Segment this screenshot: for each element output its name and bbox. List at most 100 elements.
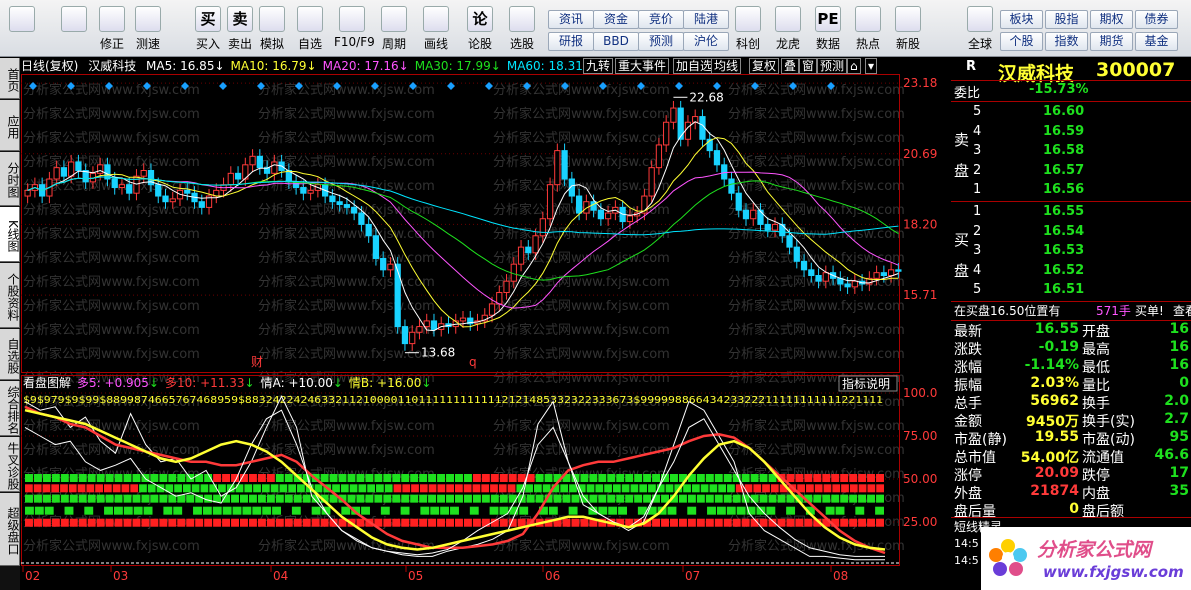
left-tab-8[interactable]: 超级盘口 <box>0 493 20 566</box>
left-tab-7[interactable]: 牛叉诊股 <box>0 437 20 492</box>
toolbar-button-5[interactable]: 卖卖出 <box>222 4 258 54</box>
notice-view-link[interactable]: 查看 <box>1173 302 1191 319</box>
signal-block <box>490 474 499 482</box>
signal-block <box>612 484 621 493</box>
toolbar-link-8[interactable]: 板块 <box>1000 10 1043 29</box>
toolbar-button-6[interactable]: 模拟 <box>254 4 290 54</box>
signal-block <box>356 494 365 503</box>
toolbar-button-12[interactable]: 选股 <box>504 4 540 54</box>
toolbar-button-17[interactable]: 新股 <box>890 4 926 54</box>
toolbar-button-11[interactable]: 论论股 <box>462 4 498 54</box>
toolbar-link-13[interactable]: 指数 <box>1045 32 1088 51</box>
candle-body <box>880 272 887 277</box>
signal-block <box>401 518 410 527</box>
toolbar-link-6[interactable]: 预测 <box>638 32 684 51</box>
signal-block <box>87 474 96 482</box>
toolbar-button-8[interactable]: F10/F9 <box>334 4 375 54</box>
toolbar-link-7[interactable]: 沪伦 <box>683 32 729 51</box>
stat-row: 市盈(静) 19.55 市盈(动) 95 <box>951 429 1191 448</box>
stat-value: 2.0 <box>1164 393 1189 409</box>
signal-block <box>723 474 732 482</box>
signal-block <box>51 494 60 503</box>
toolbar-button-18[interactable]: 全球 <box>962 4 998 54</box>
toolbar-link-2[interactable]: 竞价 <box>638 10 684 29</box>
candle-body <box>815 275 822 282</box>
signal-block <box>195 474 204 482</box>
watermark-text: 分析家公式网www.fxjsw.com <box>23 154 200 170</box>
notice-text: 在买盘16.50位置有 <box>954 304 1061 318</box>
toolbar-link-10[interactable]: 期权 <box>1090 10 1133 29</box>
signal-block <box>25 494 33 503</box>
hammer-icon <box>259 6 285 32</box>
toolbar-button-4[interactable]: 买买入 <box>190 4 226 54</box>
left-tab-2[interactable]: 分时图 <box>0 152 20 206</box>
signal-block <box>700 484 709 493</box>
signal-block <box>266 518 275 527</box>
buy-level-2: 2 16.54 <box>951 224 1191 242</box>
left-tab-4[interactable]: 个股资料 <box>0 263 20 328</box>
toolbar-button-7[interactable]: 自选 <box>292 4 328 54</box>
toolbar-button-14[interactable]: 龙虎 <box>770 4 806 54</box>
toolbar-link-1[interactable]: 资金 <box>593 10 639 29</box>
kline-chart-panel[interactable]: 日线(复权) 汉威科技 MA5: 16.85↓ MA10: 16.79↓ MA20:… <box>21 58 939 590</box>
indicator-arrow: ↓ <box>421 376 431 390</box>
watermark-text: 分析家公式网www.fxjsw.com <box>493 346 670 362</box>
signal-block <box>105 518 114 527</box>
toolbar-button-9[interactable]: 周期 <box>376 4 412 54</box>
signal-block <box>875 506 884 515</box>
signal-block <box>320 518 329 527</box>
toolbar-button-0[interactable] <box>4 4 40 54</box>
signal-block <box>598 474 607 482</box>
toolbar-link-15[interactable]: 基金 <box>1135 32 1178 51</box>
toolbar-link-5[interactable]: BBD <box>593 32 639 51</box>
watermark-text: 分析家公式网www.fxjsw.com <box>258 82 435 98</box>
signal-block <box>569 484 577 493</box>
toolbar-link-0[interactable]: 资讯 <box>548 10 594 29</box>
toolbar-button-3[interactable]: 测速 <box>130 4 166 54</box>
toolbar-button-15[interactable]: PE 数据 <box>810 4 846 54</box>
signal-block <box>266 494 275 503</box>
toolbar-link-14[interactable]: 期货 <box>1090 32 1133 51</box>
signal-block <box>832 484 841 493</box>
signal-block <box>78 474 87 482</box>
toolbar-link-11[interactable]: 债券 <box>1135 10 1178 29</box>
toolbar-link-3[interactable]: 陆港 <box>683 10 729 29</box>
stat-label: 内盘 <box>1082 486 1110 502</box>
stat-value: -0.19 <box>1038 339 1079 355</box>
toolbar-button-1[interactable] <box>56 4 92 54</box>
signal-block <box>580 518 589 527</box>
signal-block <box>374 474 383 482</box>
toolbar-button-16[interactable]: 热点 <box>850 4 886 54</box>
signal-block <box>275 494 284 503</box>
signal-block <box>123 518 132 527</box>
signal-block <box>526 494 535 503</box>
toolbar-button-2[interactable]: 修正 <box>94 4 130 54</box>
signal-block <box>526 474 535 482</box>
signal-block <box>356 474 365 482</box>
toolbar-link-12[interactable]: 个股 <box>1000 32 1043 51</box>
buy-price: 16.53 <box>1043 243 1085 258</box>
left-tab-1[interactable]: 应用 <box>0 100 20 151</box>
order-notice[interactable]: 在买盘16.50位置有 571手 买单! 查看 <box>951 302 1191 320</box>
toolbar-button-10[interactable]: 画线 <box>418 4 454 54</box>
toolbar-button-13[interactable]: 科创 <box>730 4 766 54</box>
signal-digits: $9$979$9$99$8899874665767468959$88324224… <box>23 395 883 406</box>
price-axis-label: 23.18 <box>903 76 937 90</box>
left-tab-3[interactable]: K线图 <box>0 207 20 262</box>
left-tab-6[interactable]: 综合排名 <box>0 381 20 436</box>
signal-block <box>499 494 508 503</box>
signal-block <box>248 494 257 503</box>
watermark-text: 分析家公式网www.fxjsw.com <box>23 106 200 122</box>
left-tab-5[interactable]: 自选股 <box>0 329 20 380</box>
toolbar-label: 自选 <box>297 37 322 51</box>
signal-block <box>195 494 204 503</box>
signal-block <box>607 494 616 503</box>
candle-body <box>546 184 554 220</box>
left-tab-0[interactable]: 首页 <box>0 58 20 99</box>
candle-body <box>728 178 735 194</box>
toolbar-label: F10/F9 <box>334 35 375 49</box>
kline-svg[interactable]: 分析家公式网www.fxjsw.com 分析家公式网www.fxjsw.com 分析… <box>21 58 939 590</box>
toolbar-link-4[interactable]: 研报 <box>548 32 594 51</box>
toolbar-link-9[interactable]: 股指 <box>1045 10 1088 29</box>
signal-block <box>696 518 705 527</box>
